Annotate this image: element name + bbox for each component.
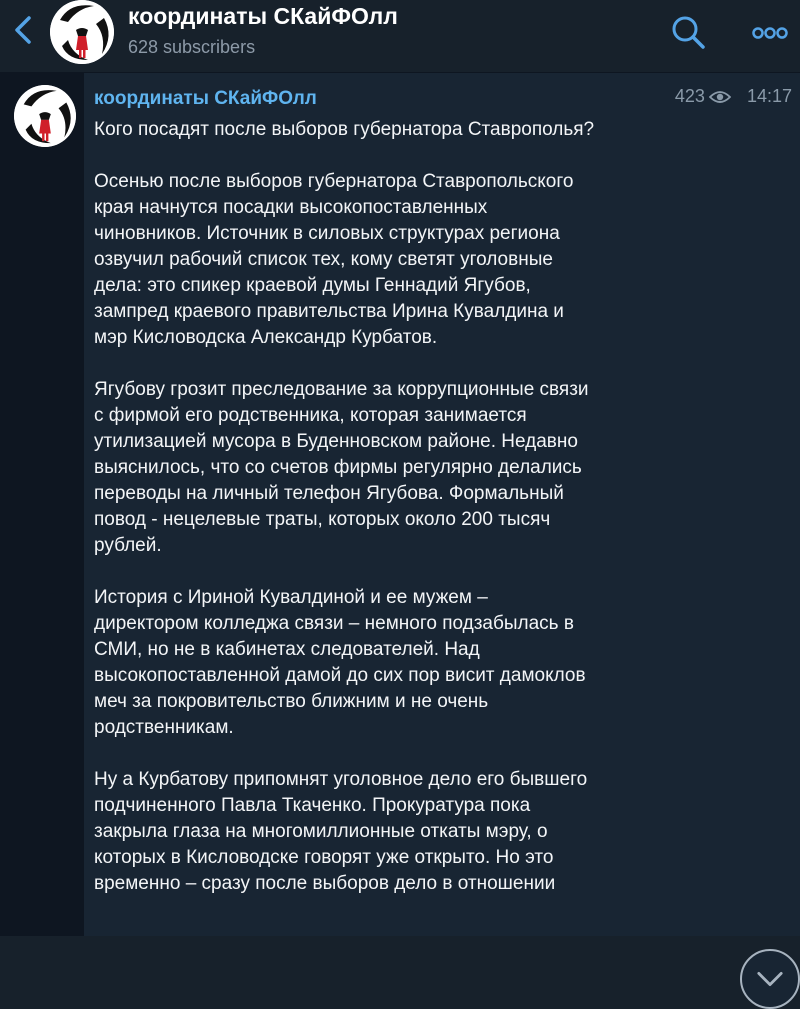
post-paragraph: Осенью после выборов губернатора Ставроп… — [94, 169, 794, 351]
channel-logo-icon — [50, 0, 114, 64]
message-bubble[interactable]: координаты СКайФОлл 423 14:17 Кого посад… — [84, 73, 800, 936]
post-text-line: Ягубову грозит преследование за коррупци… — [94, 379, 589, 400]
post-text-line: озвучил рабочий список тех, кому светят … — [94, 249, 553, 270]
post-text-line: которых в Кисловодске говорят уже открыт… — [94, 847, 554, 868]
post-text-line: закрыла глаза на многомиллионные откаты … — [94, 821, 548, 842]
post-text-line: директором колледжа связи – немного подз… — [94, 613, 574, 634]
post-paragraph: Ягубову грозит преследование за коррупци… — [94, 377, 794, 559]
post-text-line: мэр Кисловодска Александр Курбатов. — [94, 327, 438, 348]
channel-title[interactable]: координаты СКайФОлл — [128, 3, 398, 30]
post-paragraph: История с Ириной Кувалдиной и ее мужем –… — [94, 585, 794, 741]
post-text-line: зампред краевого правительства Ирина Кув… — [94, 301, 564, 322]
post-text-line: чиновников. Источник в силовых структура… — [94, 223, 560, 244]
post-text-line: с фирмой его родственника, которая заним… — [94, 405, 527, 426]
post-text-line: Кого посадят после выборов губернатора С… — [94, 119, 595, 140]
chevron-down-icon — [757, 972, 783, 986]
post-text-line: дела: это спикер краевой думы Геннадий Я… — [94, 275, 531, 296]
view-count: 423 — [674, 86, 705, 106]
post-text-line: Осенью после выборов губернатора Ставроп… — [94, 171, 574, 192]
post-text-line: родственникам. — [94, 717, 234, 738]
post-text-line: СМИ, но не в кабинетах следователей. Над — [94, 639, 480, 660]
post-text-line: меч за покровительство ближним и не очен… — [94, 691, 489, 712]
post-time: 14:17 — [746, 86, 792, 106]
post-paragraph: Ну а Курбатову припомнят уголовное дело … — [94, 767, 794, 897]
more-icon[interactable] — [748, 18, 792, 48]
post-text-line: повод - нецелевые траты, которых около 2… — [94, 509, 551, 530]
post-author-name[interactable]: координаты СКайФОлл — [94, 88, 317, 110]
chat-header: координаты СКайФОлл 628 subscribers — [0, 0, 800, 73]
subscriber-count: 628 subscribers — [128, 37, 256, 57]
post-text-line: переводы на личный телефон Ягубова. Форм… — [94, 483, 564, 504]
post-text-line: края начнутся посадки высокопоставленных — [94, 197, 488, 218]
back-chevron-icon[interactable] — [6, 12, 42, 48]
post-text-line: высокопоставленной дамой до сих пор виси… — [94, 665, 586, 686]
channel-avatar[interactable] — [50, 0, 114, 64]
post-meta: 423 14:17 — [675, 86, 792, 107]
eye-icon — [708, 90, 731, 103]
message-row: координаты СКайФОлл 423 14:17 Кого посад… — [0, 73, 800, 1009]
scroll-down-button[interactable] — [740, 949, 800, 1009]
post-text-line: рублей. — [94, 535, 162, 556]
post-text: Кого посадят после выборов губернатора С… — [94, 117, 794, 923]
post-text-line: выяснилось, что со счетов фирмы регулярн… — [94, 457, 582, 478]
post-author-avatar[interactable] — [14, 85, 76, 147]
channel-logo-icon — [14, 85, 76, 147]
post-text-line: временно – сразу после выборов дело в от… — [94, 873, 556, 894]
post-text-line: подчиненного Павла Ткаченко. Прокуратура… — [94, 795, 531, 816]
post-text-line: Ну а Курбатову припомнят уголовное дело … — [94, 769, 588, 790]
post-text-line: История с Ириной Кувалдиной и ее мужем – — [94, 587, 488, 608]
post-text-line: утилизацией мусора в Буденновском районе… — [94, 431, 578, 452]
search-icon[interactable] — [668, 12, 708, 52]
post-paragraph: Кого посадят после выборов губернатора С… — [94, 117, 794, 143]
